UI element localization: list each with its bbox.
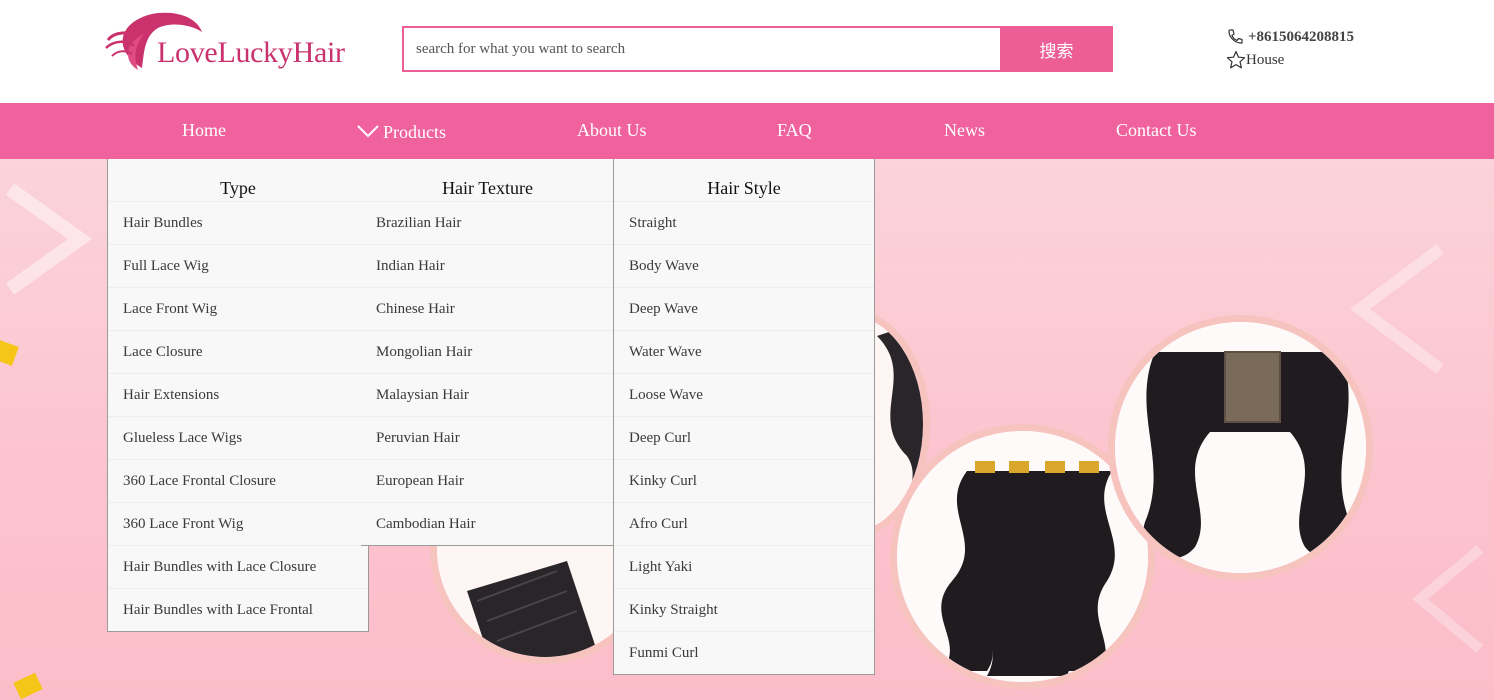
nav-contact-us[interactable]: Contact Us [1116, 103, 1197, 159]
decor-triangle-left [5, 183, 93, 295]
nav-faq[interactable]: FAQ [777, 103, 812, 159]
search-bar: 搜索 [402, 26, 1113, 72]
menu-item-brazilian-hair[interactable]: Brazilian Hair [361, 201, 614, 244]
menu-item-funmi-curl[interactable]: Funmi Curl [614, 631, 874, 674]
star-icon [1226, 50, 1246, 69]
menu-item-chinese-hair[interactable]: Chinese Hair [361, 287, 614, 330]
chevron-down-icon [357, 125, 379, 138]
menu-item-360-lace-frontal-closure[interactable]: 360 Lace Frontal Closure [108, 459, 368, 502]
favorite-label: House [1246, 51, 1285, 68]
dropdown-column-type: Type Hair Bundles Full Lace Wig Lace Fro… [107, 159, 369, 632]
phone-icon [1228, 29, 1243, 44]
menu-item-hair-extensions[interactable]: Hair Extensions [108, 373, 368, 416]
dropdown-column-title: Type [220, 178, 256, 198]
menu-item-afro-curl[interactable]: Afro Curl [614, 502, 874, 545]
menu-item-mongolian-hair[interactable]: Mongolian Hair [361, 330, 614, 373]
decor-confetti-1 [0, 340, 19, 366]
decor-triangle-bottom-right [1412, 545, 1484, 653]
menu-item-360-lace-front-wig[interactable]: 360 Lace Front Wig [108, 502, 368, 545]
menu-item-kinky-curl[interactable]: Kinky Curl [614, 459, 874, 502]
menu-item-straight[interactable]: Straight [614, 201, 874, 244]
dropdown-column-title: Hair Texture [442, 178, 533, 198]
menu-item-indian-hair[interactable]: Indian Hair [361, 244, 614, 287]
decor-confetti-2 [13, 672, 43, 700]
nav-about-us[interactable]: About Us [577, 103, 647, 159]
menu-item-european-hair[interactable]: European Hair [361, 459, 614, 502]
menu-item-bundles-with-lace-frontal[interactable]: Hair Bundles with Lace Frontal [108, 588, 368, 631]
product-image-lace-closure[interactable] [1108, 315, 1373, 580]
menu-item-lace-front-wig[interactable]: Lace Front Wig [108, 287, 368, 330]
dropdown-column-title: Hair Style [707, 178, 781, 198]
menu-item-lace-closure[interactable]: Lace Closure [108, 330, 368, 373]
phone-row: +8615064208815 [1226, 28, 1354, 46]
menu-item-deep-curl[interactable]: Deep Curl [614, 416, 874, 459]
menu-item-cambodian-hair[interactable]: Cambodian Hair [361, 502, 614, 545]
main-nav: Home Products About Us FAQ News Contact … [0, 103, 1494, 159]
menu-item-light-yaki[interactable]: Light Yaki [614, 545, 874, 588]
nav-news[interactable]: News [944, 103, 985, 159]
menu-item-full-lace-wig[interactable]: Full Lace Wig [108, 244, 368, 287]
search-button[interactable]: 搜索 [1000, 26, 1113, 72]
menu-item-bundles-with-lace-closure[interactable]: Hair Bundles with Lace Closure [108, 545, 368, 588]
menu-item-body-wave[interactable]: Body Wave [614, 244, 874, 287]
site-logo[interactable]: LoveLuckyHair [104, 10, 354, 76]
logo-text: LoveLuckyHair [157, 36, 345, 69]
favorite-row[interactable]: House [1226, 50, 1284, 70]
nav-products[interactable]: Products [357, 105, 446, 161]
site-header: LoveLuckyHair 搜索 +8615064208815 House [0, 0, 1494, 103]
nav-products-label: Products [383, 122, 446, 142]
lace-closure-image [1115, 322, 1366, 573]
menu-item-malaysian-hair[interactable]: Malaysian Hair [361, 373, 614, 416]
dropdown-column-hair-style: Hair Style Straight Body Wave Deep Wave … [613, 159, 875, 675]
dropdown-column-hair-texture: Hair Texture Brazilian Hair Indian Hair … [361, 159, 614, 546]
menu-item-deep-wave[interactable]: Deep Wave [614, 287, 874, 330]
nav-home[interactable]: Home [182, 103, 226, 159]
menu-item-peruvian-hair[interactable]: Peruvian Hair [361, 416, 614, 459]
menu-item-loose-wave[interactable]: Loose Wave [614, 373, 874, 416]
menu-item-hair-bundles[interactable]: Hair Bundles [108, 201, 368, 244]
menu-item-kinky-straight[interactable]: Kinky Straight [614, 588, 874, 631]
menu-item-water-wave[interactable]: Water Wave [614, 330, 874, 373]
search-input[interactable] [402, 26, 1000, 72]
phone-number[interactable]: +8615064208815 [1248, 29, 1354, 46]
decor-triangle-right [1350, 244, 1444, 374]
header-contact: +8615064208815 House [1226, 28, 1426, 78]
menu-item-glueless-lace-wigs[interactable]: Glueless Lace Wigs [108, 416, 368, 459]
